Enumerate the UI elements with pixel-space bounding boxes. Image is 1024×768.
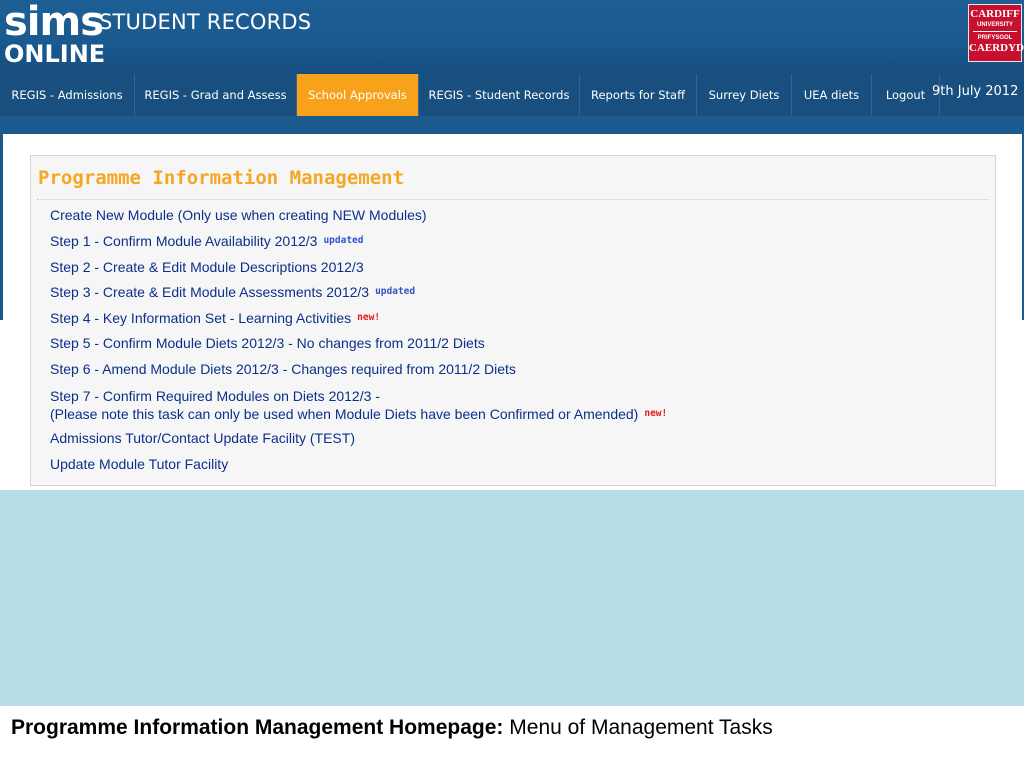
new-badge: new!	[644, 408, 668, 419]
programme-info-panel: Programme Information Management Create …	[30, 155, 996, 486]
app-title: STUDENT RECORDS	[99, 10, 312, 34]
menu-item-label: Step 1 - Confirm Module Availability 201…	[50, 233, 318, 249]
menu-item-label: Step 7 - Confirm Required Modules on Die…	[50, 388, 380, 404]
nav-item-school-approvals[interactable]: School Approvals	[297, 74, 419, 116]
caption-bold: Programme Information Management Homepag…	[11, 716, 504, 739]
menu-item-step-3[interactable]: Step 3 - Create & Edit Module Assessment…	[50, 284, 415, 300]
new-badge: new!	[357, 312, 381, 323]
menu-item-label: Update Module Tutor Facility	[50, 456, 229, 472]
menu-item-update-module-tutor[interactable]: Update Module Tutor Facility	[50, 456, 228, 472]
current-date: 9th July 2012	[932, 84, 1019, 99]
menu-item-step-7[interactable]: Step 7 - Confirm Required Modules on Die…	[50, 387, 667, 423]
panel-title: Programme Information Management	[38, 167, 405, 189]
badge-divider	[973, 31, 1017, 32]
caption-text: Menu of Management Tasks	[509, 716, 773, 739]
menu-item-label: Step 2 - Create & Edit Module Descriptio…	[50, 259, 364, 275]
nav-item-regis-admissions[interactable]: REGIS - Admissions	[0, 74, 135, 116]
badge-line-4: CAERDYD	[969, 42, 1024, 54]
background-band	[0, 490, 1024, 706]
nav-item-surrey-diets[interactable]: Surrey Diets	[697, 74, 792, 116]
menu-item-label: Step 4 - Key Information Set - Learning …	[50, 310, 352, 326]
menu-item-label: Step 3 - Create & Edit Module Assessment…	[50, 284, 370, 300]
badge-line-1: CARDIFF	[970, 8, 1020, 20]
badge-line-2: UNIVERSITY	[976, 22, 1013, 28]
updated-badge: updated	[375, 286, 416, 297]
logo-line-1: sims	[4, 0, 104, 45]
menu-item-step-5[interactable]: Step 5 - Confirm Module Diets 2012/3 - N…	[50, 335, 485, 351]
main-nav: REGIS - Admissions REGIS - Grad and Asse…	[0, 74, 1024, 116]
nav-item-reports-for-staff[interactable]: Reports for Staff	[580, 74, 697, 116]
menu-item-admissions-tutor[interactable]: Admissions Tutor/Contact Update Facility…	[50, 430, 355, 446]
menu-item-create-new-module[interactable]: Create New Module (Only use when creatin…	[50, 207, 427, 223]
menu-item-step-1[interactable]: Step 1 - Confirm Module Availability 201…	[50, 233, 364, 249]
menu-item-step-6[interactable]: Step 6 - Amend Module Diets 2012/3 - Cha…	[50, 361, 516, 377]
menu-item-note: (Please note this task can only be used …	[50, 406, 639, 422]
menu-item-step-2[interactable]: Step 2 - Create & Edit Module Descriptio…	[50, 259, 364, 275]
nav-item-logout[interactable]: Logout	[872, 74, 940, 116]
slide-caption: Programme Information Management Homepag…	[11, 716, 773, 740]
menu-item-label: Create New Module (Only use when creatin…	[50, 207, 427, 223]
app-header: sims ONLINE STUDENT RECORDS CARDIFF UNIV…	[0, 0, 1024, 74]
menu-item-label: Step 6 - Amend Module Diets 2012/3 - Cha…	[50, 361, 516, 377]
nav-item-uea-diets[interactable]: UEA diets	[792, 74, 872, 116]
logo-line-2: ONLINE	[4, 40, 106, 68]
menu-item-label: Admissions Tutor/Contact Update Facility…	[50, 430, 355, 446]
menu-item-label: Step 5 - Confirm Module Diets 2012/3 - N…	[50, 335, 485, 351]
nav-item-regis-student-records[interactable]: REGIS - Student Records	[419, 74, 580, 116]
sims-online-logo[interactable]: sims ONLINE	[4, 0, 106, 69]
slide: sims ONLINE STUDENT RECORDS CARDIFF UNIV…	[0, 0, 1024, 768]
nav-item-regis-grad-assess[interactable]: REGIS - Grad and Assess	[135, 74, 297, 116]
updated-badge: updated	[323, 235, 364, 246]
university-logo: CARDIFF UNIVERSITY PRIFYSGOL CAERDYD	[968, 4, 1024, 62]
badge-line-3: PRIFYSGOL	[977, 35, 1013, 41]
menu-item-step-4[interactable]: Step 4 - Key Information Set - Learning …	[50, 310, 380, 326]
title-divider	[37, 199, 989, 200]
